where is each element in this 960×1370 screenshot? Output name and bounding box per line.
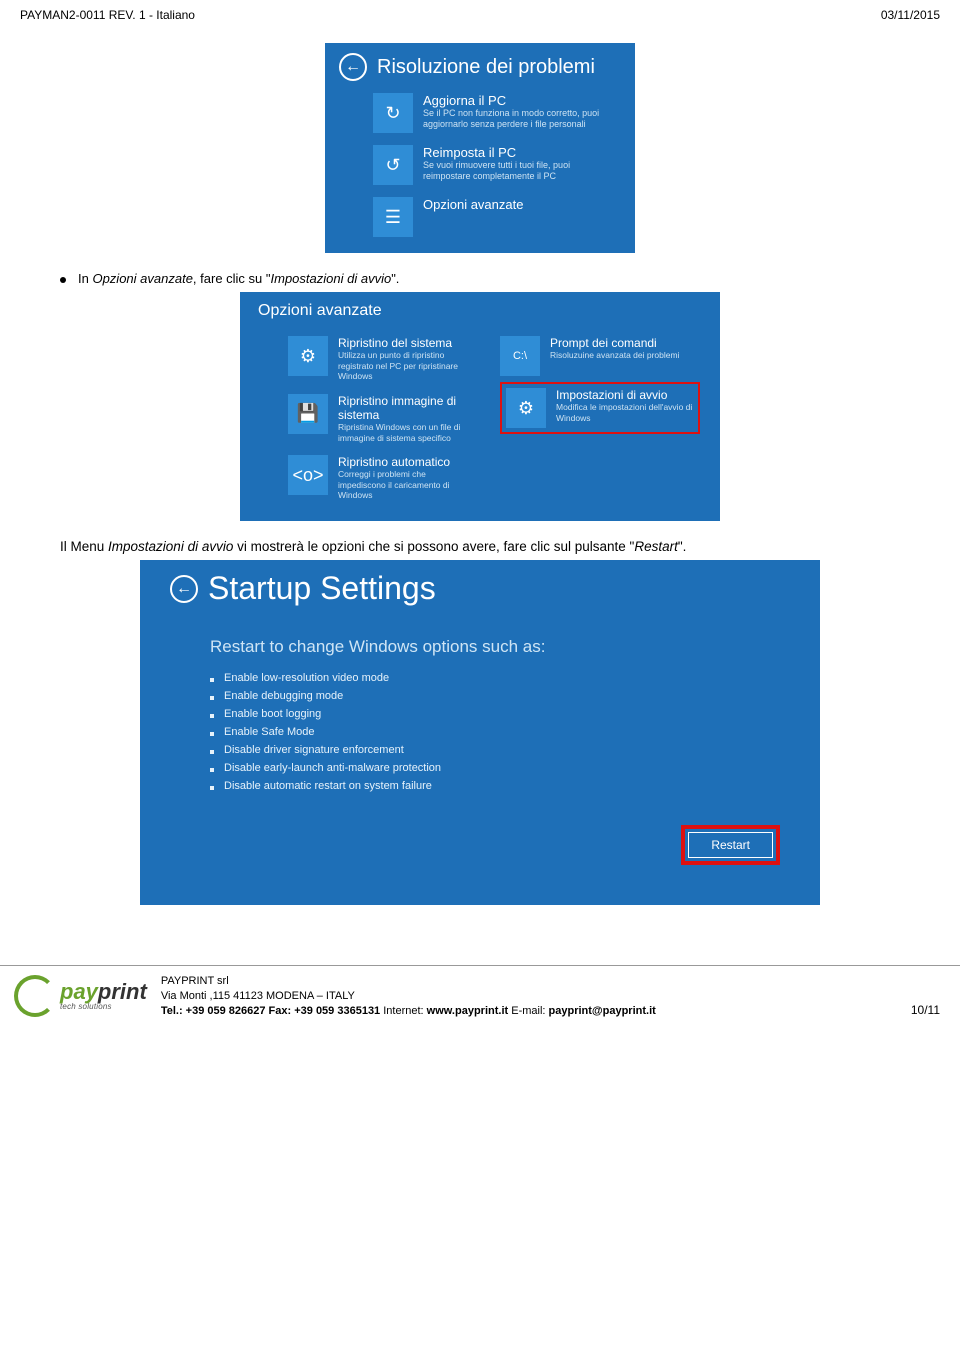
instruction-1: In Opzioni avanzate, fare clic su "Impos… [60, 271, 900, 286]
option-refresh-pc[interactable]: ↻ Aggiorna il PC Se il PC non funziona i… [325, 87, 635, 139]
screenshot-header: ← Risoluzione dei problemi [325, 43, 635, 87]
startup-settings-icon: ⚙ [506, 388, 546, 428]
option-image-restore[interactable]: 💾 Ripristino immagine di sistema Riprist… [288, 388, 488, 449]
auto-repair-icon: <o> [288, 455, 328, 495]
doc-id: PAYMAN2-0011 REV. 1 - Italiano [20, 8, 195, 22]
instruction-text: In Opzioni avanzate, fare clic su "Impos… [78, 271, 399, 286]
screenshot-title: Startup Settings [208, 570, 436, 607]
list-item: Enable boot logging [210, 705, 780, 723]
restart-highlight: Restart [681, 825, 780, 865]
company-name: PAYPRINT srl [161, 974, 897, 989]
page-footer: payprint tech solutions PAYPRINT srl Via… [0, 965, 960, 1027]
bullet-icon [60, 277, 66, 283]
reset-pc-icon: ↺ [373, 145, 413, 185]
option-desc: Se vuoi rimuovere tutti i tuoi file, puo… [423, 160, 603, 183]
option-desc: Correggi i problemi che impediscono il c… [338, 469, 472, 501]
advanced-options-icon: ☰ [373, 197, 413, 237]
company-address: Via Monti ,115 41123 MODENA – ITALY [161, 989, 897, 1004]
option-title: Aggiorna il PC [423, 93, 603, 108]
screenshot-title: Opzioni avanzate [254, 302, 382, 320]
list-item: Disable early-launch anti-malware protec… [210, 759, 780, 777]
screenshot-header: Opzioni avanzate [240, 292, 720, 326]
option-title: Reimposta il PC [423, 145, 603, 160]
option-title: Prompt dei comandi [550, 336, 679, 350]
logo-text: payprint [60, 981, 147, 1003]
option-desc: Se il PC non funziona in modo corretto, … [423, 108, 603, 131]
command-prompt-icon: C:\ [500, 336, 540, 376]
screenshot-header: ← Startup Settings [140, 560, 820, 613]
page-header: PAYMAN2-0011 REV. 1 - Italiano 03/11/201… [0, 0, 960, 27]
logo-subtitle: tech solutions [60, 1003, 147, 1011]
option-title: Ripristino immagine di sistema [338, 394, 472, 422]
option-command-prompt[interactable]: C:\ Prompt dei comandi Risoluzuine avanz… [500, 330, 700, 382]
screenshot-advanced-options: Opzioni avanzate ⚙ Ripristino del sistem… [240, 292, 720, 521]
back-icon[interactable]: ← [170, 575, 198, 603]
option-desc: Ripristina Windows con un file di immagi… [338, 422, 472, 443]
page-content: ← Risoluzione dei problemi ↻ Aggiorna il… [0, 27, 960, 905]
option-title: Ripristino automatico [338, 455, 472, 469]
startup-subtitle: Restart to change Windows options such a… [210, 637, 780, 657]
instruction-2: Il Menu Impostazioni di avvio vi mostrer… [60, 539, 900, 554]
list-item: Enable Safe Mode [210, 723, 780, 741]
list-item: Enable debugging mode [210, 687, 780, 705]
refresh-pc-icon: ↻ [373, 93, 413, 133]
option-startup-settings[interactable]: ⚙ Impostazioni di avvio Modifica le impo… [500, 382, 700, 434]
list-item: Disable automatic restart on system fail… [210, 777, 780, 795]
payprint-logo: payprint tech solutions [14, 975, 147, 1017]
option-title: Opzioni avanzate [423, 197, 523, 212]
option-reset-pc[interactable]: ↺ Reimposta il PC Se vuoi rimuovere tutt… [325, 139, 635, 191]
option-advanced[interactable]: ☰ Opzioni avanzate [325, 191, 635, 253]
option-title: Impostazioni di avvio [556, 388, 694, 402]
screenshot-title: Risoluzione dei problemi [377, 56, 595, 79]
option-desc: Risoluzuine avanzata dei problemi [550, 350, 679, 361]
back-icon[interactable]: ← [339, 53, 367, 81]
doc-date: 03/11/2015 [881, 8, 940, 22]
option-desc: Modifica le impostazioni dell'avvio di W… [556, 402, 694, 423]
logo-swirl-icon [14, 975, 56, 1017]
list-item: Disable driver signature enforcement [210, 741, 780, 759]
option-auto-repair[interactable]: <o> Ripristino automatico Correggi i pro… [288, 449, 488, 507]
list-item: Enable low-resolution video mode [210, 669, 780, 687]
system-restore-icon: ⚙ [288, 336, 328, 376]
screenshot-startup-settings: ← Startup Settings Restart to change Win… [140, 560, 820, 905]
option-system-restore[interactable]: ⚙ Ripristino del sistema Utilizza un pun… [288, 330, 488, 388]
startup-options-list: Enable low-resolution video mode Enable … [210, 669, 780, 795]
image-restore-icon: 💾 [288, 394, 328, 434]
page-number: 10/11 [911, 1003, 940, 1019]
company-contact: Tel.: +39 059 826627 Fax: +39 059 336513… [161, 1004, 897, 1019]
screenshot-troubleshoot: ← Risoluzione dei problemi ↻ Aggiorna il… [325, 43, 635, 253]
footer-info: PAYPRINT srl Via Monti ,115 41123 MODENA… [161, 974, 897, 1019]
restart-button[interactable]: Restart [688, 832, 773, 858]
option-title: Ripristino del sistema [338, 336, 472, 350]
option-desc: Utilizza un punto di ripristino registra… [338, 350, 472, 382]
